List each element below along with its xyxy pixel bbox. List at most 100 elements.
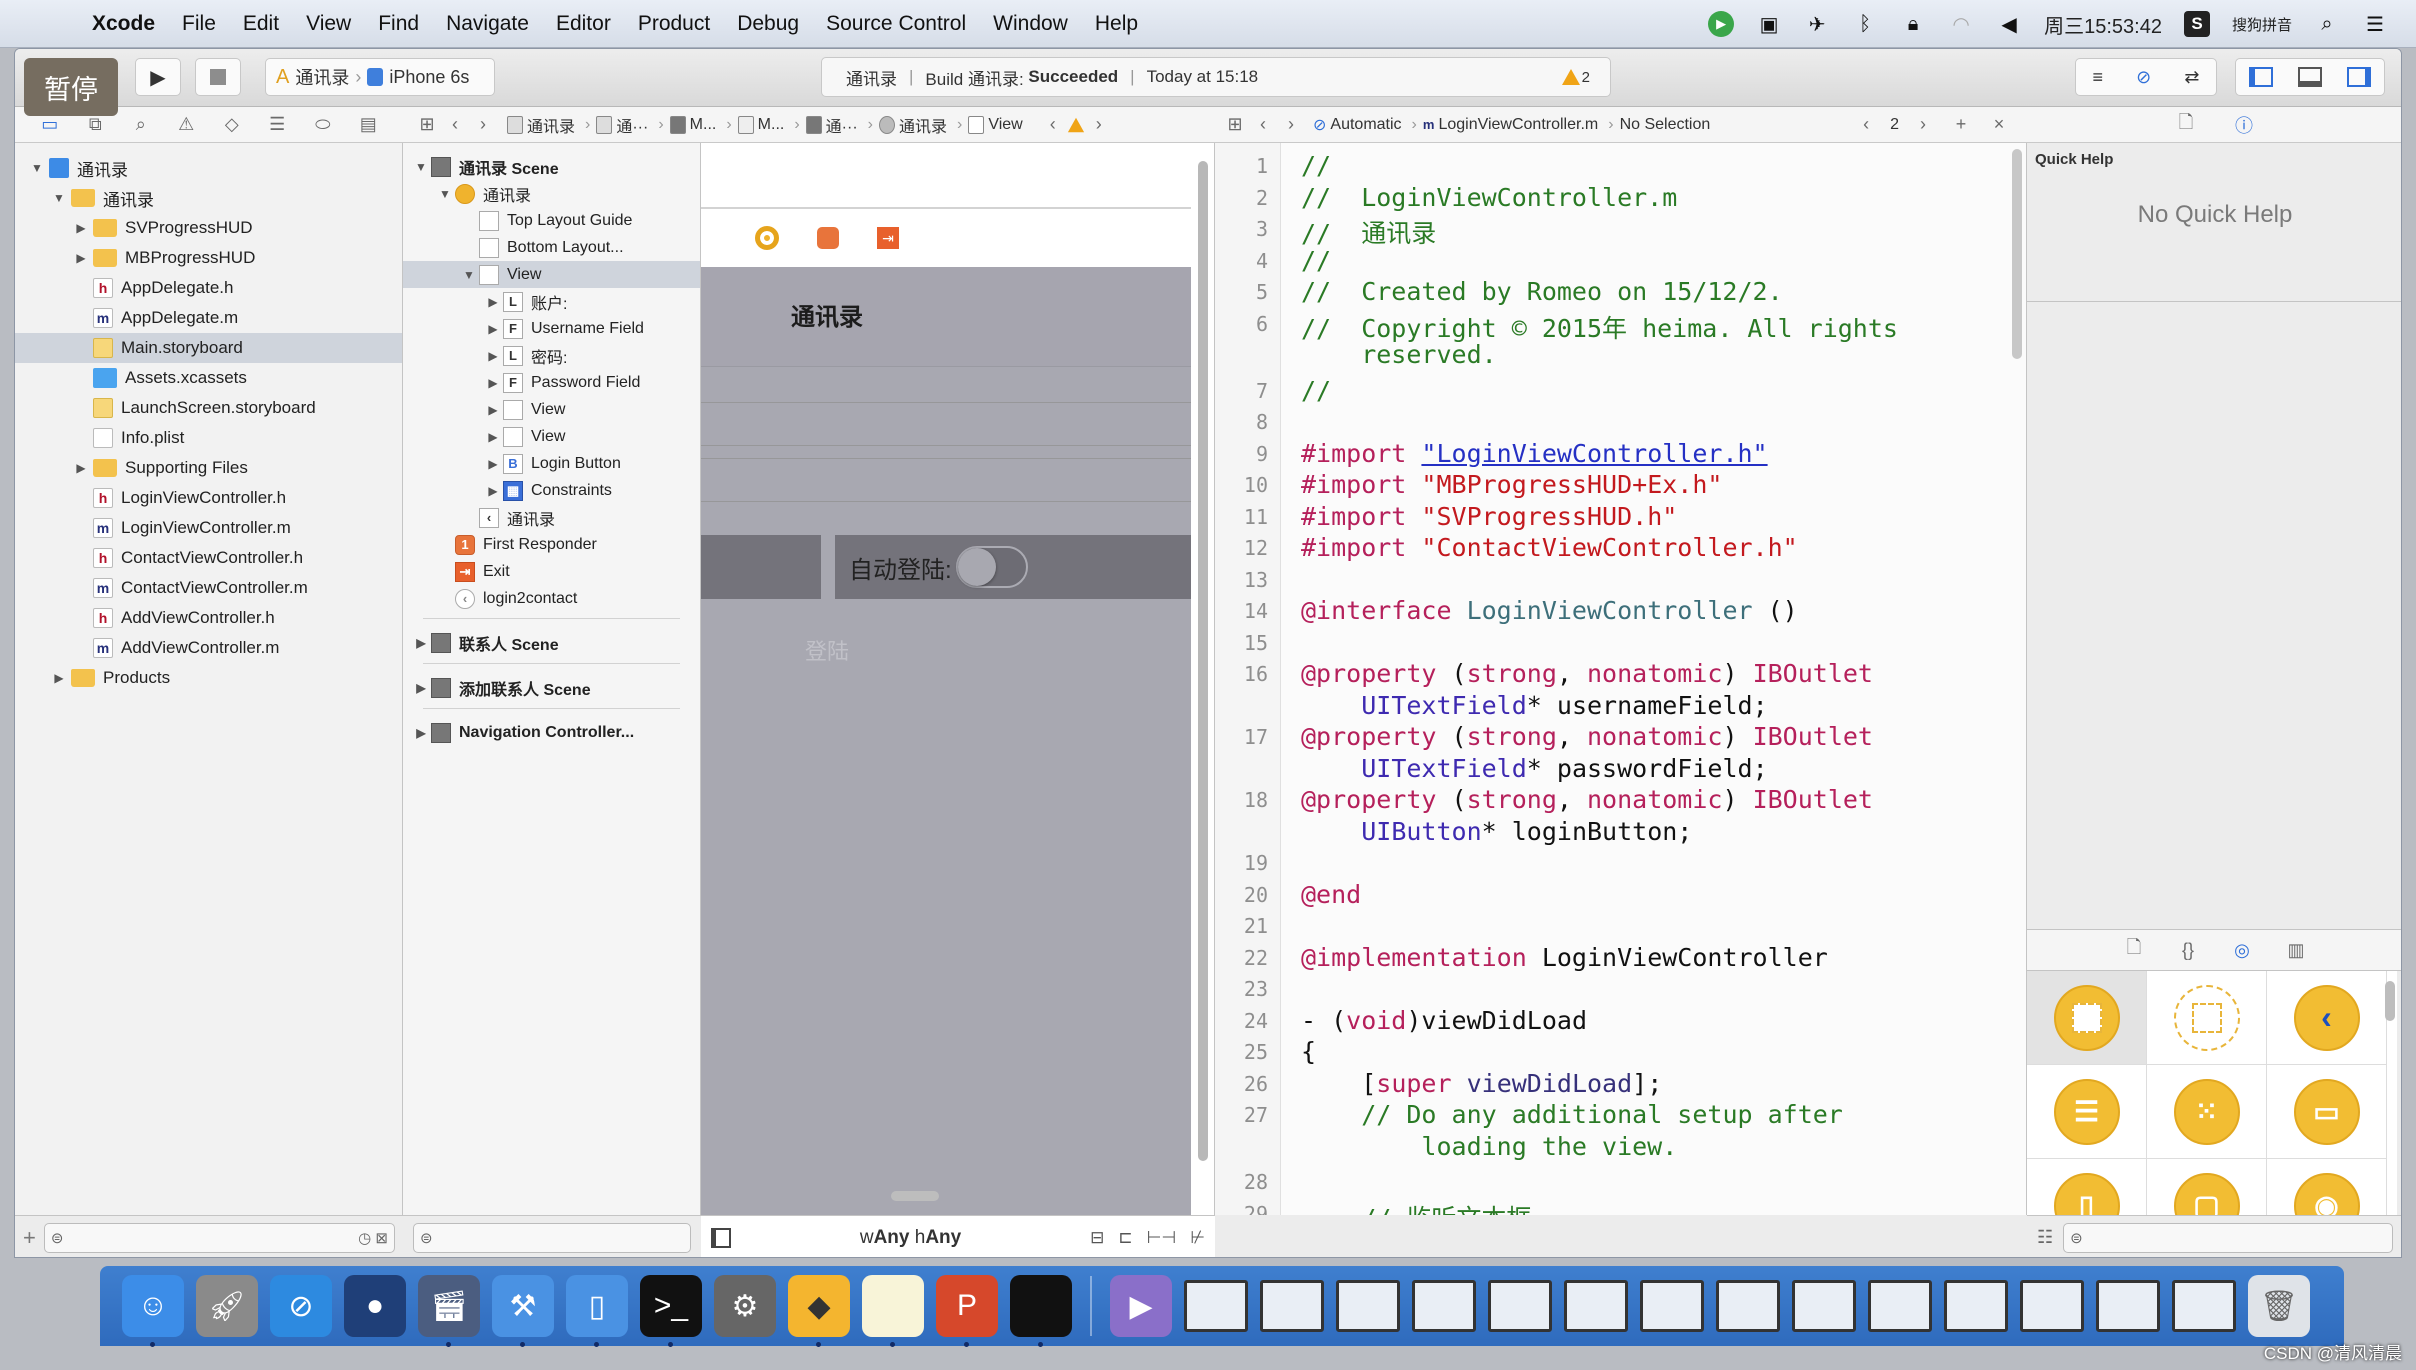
outline-item[interactable]: Bottom Layout... — [403, 234, 700, 261]
navigator-item[interactable]: ▶ MBProgressHUD — [15, 243, 402, 273]
disclosure-triangle-icon[interactable]: ▼ — [413, 160, 429, 174]
disclosure-triangle-icon[interactable]: ▶ — [485, 403, 501, 417]
disclosure-triangle-icon[interactable]: ▶ — [413, 636, 429, 650]
standard-editor-icon[interactable]: ≡ — [2093, 67, 2104, 88]
breadcrumb-item[interactable]: 通··· — [596, 113, 663, 137]
navigator-item[interactable]: ▼ 通讯录 — [15, 153, 402, 183]
menu-product[interactable]: Product — [638, 12, 710, 36]
disclosure-triangle-icon[interactable]: ▶ — [73, 461, 89, 475]
toggle-utilities-icon[interactable] — [2347, 67, 2372, 87]
quick-help-icon[interactable]: ⓘ — [2230, 111, 2258, 139]
navigator-item[interactable]: ▶ SVProgressHUD — [15, 213, 402, 243]
screen-record-icon[interactable]: ▣ — [1756, 11, 1782, 37]
disclosure-triangle-icon[interactable]: ▶ — [485, 322, 501, 336]
dock-terminal-icon[interactable]: >_ — [640, 1275, 702, 1347]
dock-minimized-window[interactable] — [1488, 1280, 1552, 1332]
bluetooth-icon[interactable]: ᛒ — [1852, 11, 1878, 37]
navigator-item[interactable]: h AppDelegate.h — [15, 273, 402, 303]
disclosure-triangle-icon[interactable]: ▶ — [485, 430, 501, 444]
outline-item[interactable]: 1 First Responder — [403, 531, 700, 558]
dock-simulator-icon[interactable]: ▯ — [566, 1275, 628, 1347]
outline-item[interactable]: ▶ F Password Field — [403, 369, 700, 396]
auto-login-switch[interactable] — [955, 546, 1028, 588]
back-icon[interactable]: ‹ — [441, 111, 469, 139]
outline-item[interactable]: ⇥ Exit — [403, 558, 700, 585]
input-method-label[interactable]: 搜狗拼音 — [2232, 14, 2292, 35]
outline-item[interactable]: ▶ B Login Button — [403, 450, 700, 477]
dock-powerpoint-icon[interactable]: P — [936, 1275, 998, 1347]
canvas-vertical-scrollbar[interactable] — [1198, 161, 1208, 1161]
dock-minimized-window[interactable] — [2020, 1280, 2084, 1332]
library-item-table-view-controller[interactable]: ☰ — [2027, 1065, 2147, 1159]
object-library-icon[interactable]: ◎ — [2228, 936, 2256, 964]
outline-item[interactable]: ▼ 通讯录 Scene — [403, 153, 700, 180]
outline-item[interactable]: Top Layout Guide — [403, 207, 700, 234]
outline-item[interactable]: ‹ 通讯录 — [403, 504, 700, 531]
related-items-icon[interactable]: ⊞ — [1221, 111, 1249, 139]
auto-login-left-view[interactable] — [701, 535, 821, 599]
library-item-collection-view-controller[interactable]: ⁙ — [2147, 1065, 2267, 1159]
disclosure-triangle-icon[interactable]: ▶ — [413, 681, 429, 695]
code-line[interactable]: #import "MBProgressHUD+Ex.h" — [1301, 470, 1722, 499]
debug-navigator-tab-icon[interactable]: ☰ — [263, 111, 291, 139]
code-line-wrap[interactable]: UIButton* loginButton; — [1301, 817, 1692, 846]
code-line[interactable]: // — [1301, 376, 1331, 405]
disclosure-triangle-icon[interactable]: ▶ — [485, 457, 501, 471]
outline-item[interactable]: ▼ 通讯录 — [403, 180, 700, 207]
dock-sketch-icon[interactable]: ◆ — [788, 1275, 850, 1347]
menu-find[interactable]: Find — [378, 12, 419, 36]
library-item-navigation-controller[interactable]: ‹ — [2267, 971, 2387, 1065]
source-editor[interactable]: 1 2 3 4 5 6 7 8 9 10 11 12 13 14 15 16 17 18 19 20 21 22 23 24 2… — [1215, 143, 2027, 1215]
stop-button[interactable] — [195, 58, 241, 96]
code-line[interactable]: @property (strong, nonatomic) IBOutlet — [1301, 785, 1873, 814]
editor-scrollbar[interactable] — [2012, 149, 2022, 359]
code-line[interactable]: - (void)viewDidLoad — [1301, 1006, 1587, 1035]
toggle-debug-area-icon[interactable] — [2297, 67, 2322, 87]
disclosure-triangle-icon[interactable]: ▶ — [413, 726, 429, 740]
menu-edit[interactable]: Edit — [243, 12, 279, 36]
dock-media-player-icon[interactable]: ▶ — [1110, 1275, 1172, 1337]
dock-imovie-icon[interactable]: 🎬︎ — [418, 1275, 480, 1347]
navigator-item[interactable]: ▶ Products — [15, 663, 402, 693]
next-issue-icon[interactable]: › — [1085, 111, 1113, 139]
code-line-wrap[interactable]: reserved. — [1301, 340, 1496, 369]
breakpoint-navigator-tab-icon[interactable]: ⬭ — [309, 111, 337, 139]
username-row[interactable] — [701, 402, 1191, 446]
code-line[interactable]: @implementation LoginViewController — [1301, 943, 1828, 972]
code-line[interactable]: @interface LoginViewController () — [1301, 596, 1798, 625]
code-line[interactable]: @end — [1301, 880, 1361, 909]
align-icon[interactable]: ⊏ — [1118, 1228, 1132, 1248]
breadcrumb-item[interactable]: 通··· — [805, 113, 873, 137]
next-counterpart-icon[interactable]: › — [1909, 111, 1937, 139]
library-filter-field[interactable]: ⊜ — [2063, 1222, 2393, 1253]
dock-minimized-window[interactable] — [1412, 1280, 1476, 1332]
dock-launchpad-icon[interactable]: 🚀︎ — [196, 1275, 258, 1337]
disclosure-triangle-icon[interactable]: ▶ — [51, 671, 67, 685]
code-line[interactable]: { — [1301, 1037, 1316, 1066]
warning-badge[interactable]: 2 — [1561, 69, 1590, 86]
outline-scene[interactable]: ▶ 联系人 Scene — [403, 628, 700, 658]
dock-minimized-window[interactable] — [1336, 1280, 1400, 1332]
library-item-view-controller[interactable] — [2027, 971, 2147, 1065]
navigator-item[interactable]: m AppDelegate.m — [15, 303, 402, 333]
assistant-editor-icon[interactable]: ⊘ — [2136, 67, 2151, 88]
outline-item[interactable]: ▶ ▦ Constraints — [403, 477, 700, 504]
outline-item[interactable]: ▶ View — [403, 396, 700, 423]
outline-item[interactable]: ‹ login2contact — [403, 585, 700, 612]
navigator-item[interactable]: LaunchScreen.storyboard — [15, 393, 402, 423]
file-template-library-icon[interactable]: 🗋︎ — [2120, 936, 2148, 964]
disclosure-triangle-icon[interactable]: ▶ — [485, 295, 501, 309]
outline-item[interactable]: ▶ L 账户: — [403, 288, 700, 315]
navigator-item[interactable]: Info.plist — [15, 423, 402, 453]
code-line-wrap[interactable]: loading the view. — [1301, 1132, 1677, 1161]
first-responder-dock-icon[interactable] — [817, 227, 839, 249]
toggle-outline-icon[interactable] — [711, 1227, 731, 1248]
clock[interactable]: 周三15:53:42 — [2044, 10, 2162, 39]
dock-minimized-window[interactable] — [1184, 1280, 1248, 1332]
disclosure-triangle-icon[interactable]: ▼ — [461, 268, 477, 282]
outline-scene[interactable]: ▶ Navigation Controller... — [403, 718, 700, 748]
scheme-selector[interactable]: A 通讯录 › iPhone 6s — [265, 58, 495, 96]
dock-safari-icon[interactable]: ⊘ — [270, 1275, 332, 1337]
code-line[interactable]: // — [1301, 246, 1331, 275]
menu-editor[interactable]: Editor — [556, 12, 611, 36]
